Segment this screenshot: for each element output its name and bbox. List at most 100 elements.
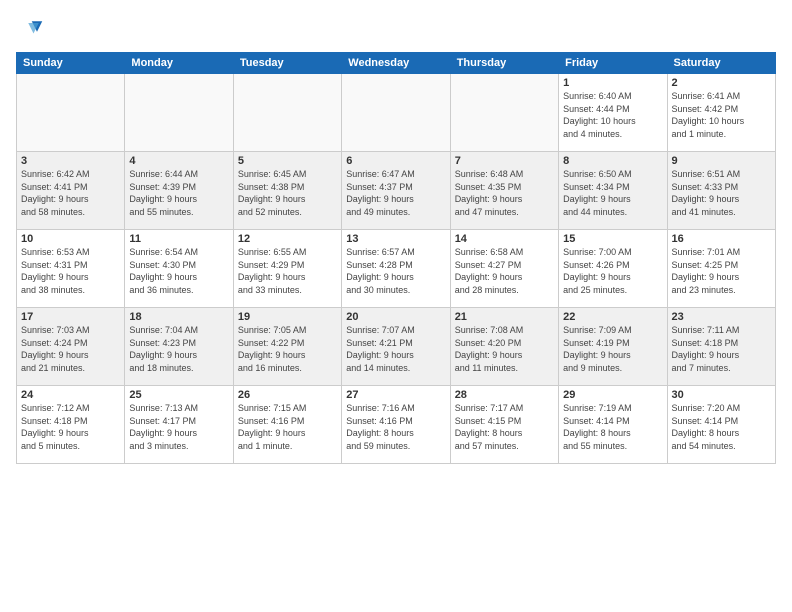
day-cell: 14Sunrise: 6:58 AM Sunset: 4:27 PM Dayli…	[450, 230, 558, 308]
day-cell: 23Sunrise: 7:11 AM Sunset: 4:18 PM Dayli…	[667, 308, 775, 386]
day-info: Sunrise: 6:42 AM Sunset: 4:41 PM Dayligh…	[21, 168, 120, 218]
header	[16, 12, 776, 44]
day-number: 26	[238, 389, 337, 401]
day-info: Sunrise: 7:05 AM Sunset: 4:22 PM Dayligh…	[238, 324, 337, 374]
day-cell	[17, 74, 125, 152]
col-header-sunday: Sunday	[17, 53, 125, 74]
day-info: Sunrise: 7:00 AM Sunset: 4:26 PM Dayligh…	[563, 246, 662, 296]
day-cell: 24Sunrise: 7:12 AM Sunset: 4:18 PM Dayli…	[17, 386, 125, 464]
day-cell: 15Sunrise: 7:00 AM Sunset: 4:26 PM Dayli…	[559, 230, 667, 308]
day-cell: 19Sunrise: 7:05 AM Sunset: 4:22 PM Dayli…	[233, 308, 341, 386]
day-number: 23	[672, 311, 771, 323]
day-info: Sunrise: 7:17 AM Sunset: 4:15 PM Dayligh…	[455, 402, 554, 452]
week-row-5: 24Sunrise: 7:12 AM Sunset: 4:18 PM Dayli…	[17, 386, 776, 464]
day-cell: 16Sunrise: 7:01 AM Sunset: 4:25 PM Dayli…	[667, 230, 775, 308]
day-info: Sunrise: 7:04 AM Sunset: 4:23 PM Dayligh…	[129, 324, 228, 374]
day-cell: 22Sunrise: 7:09 AM Sunset: 4:19 PM Dayli…	[559, 308, 667, 386]
day-info: Sunrise: 7:20 AM Sunset: 4:14 PM Dayligh…	[672, 402, 771, 452]
col-header-tuesday: Tuesday	[233, 53, 341, 74]
day-number: 2	[672, 77, 771, 89]
day-number: 13	[346, 233, 445, 245]
day-cell: 11Sunrise: 6:54 AM Sunset: 4:30 PM Dayli…	[125, 230, 233, 308]
day-number: 1	[563, 77, 662, 89]
page: SundayMondayTuesdayWednesdayThursdayFrid…	[0, 0, 792, 612]
calendar-header: SundayMondayTuesdayWednesdayThursdayFrid…	[17, 53, 776, 74]
day-number: 12	[238, 233, 337, 245]
day-cell: 18Sunrise: 7:04 AM Sunset: 4:23 PM Dayli…	[125, 308, 233, 386]
day-info: Sunrise: 7:07 AM Sunset: 4:21 PM Dayligh…	[346, 324, 445, 374]
day-cell: 20Sunrise: 7:07 AM Sunset: 4:21 PM Dayli…	[342, 308, 450, 386]
day-number: 19	[238, 311, 337, 323]
day-number: 30	[672, 389, 771, 401]
day-info: Sunrise: 6:51 AM Sunset: 4:33 PM Dayligh…	[672, 168, 771, 218]
day-number: 29	[563, 389, 662, 401]
day-cell: 25Sunrise: 7:13 AM Sunset: 4:17 PM Dayli…	[125, 386, 233, 464]
day-info: Sunrise: 7:09 AM Sunset: 4:19 PM Dayligh…	[563, 324, 662, 374]
week-row-3: 10Sunrise: 6:53 AM Sunset: 4:31 PM Dayli…	[17, 230, 776, 308]
day-cell: 9Sunrise: 6:51 AM Sunset: 4:33 PM Daylig…	[667, 152, 775, 230]
day-cell: 3Sunrise: 6:42 AM Sunset: 4:41 PM Daylig…	[17, 152, 125, 230]
day-info: Sunrise: 7:16 AM Sunset: 4:16 PM Dayligh…	[346, 402, 445, 452]
day-cell: 12Sunrise: 6:55 AM Sunset: 4:29 PM Dayli…	[233, 230, 341, 308]
day-number: 24	[21, 389, 120, 401]
day-info: Sunrise: 7:12 AM Sunset: 4:18 PM Dayligh…	[21, 402, 120, 452]
day-number: 3	[21, 155, 120, 167]
header-row: SundayMondayTuesdayWednesdayThursdayFrid…	[17, 53, 776, 74]
day-info: Sunrise: 6:54 AM Sunset: 4:30 PM Dayligh…	[129, 246, 228, 296]
day-info: Sunrise: 6:48 AM Sunset: 4:35 PM Dayligh…	[455, 168, 554, 218]
calendar-table: SundayMondayTuesdayWednesdayThursdayFrid…	[16, 52, 776, 464]
day-info: Sunrise: 7:15 AM Sunset: 4:16 PM Dayligh…	[238, 402, 337, 452]
day-info: Sunrise: 6:45 AM Sunset: 4:38 PM Dayligh…	[238, 168, 337, 218]
day-cell: 13Sunrise: 6:57 AM Sunset: 4:28 PM Dayli…	[342, 230, 450, 308]
logo-icon	[16, 16, 44, 44]
col-header-saturday: Saturday	[667, 53, 775, 74]
day-cell: 5Sunrise: 6:45 AM Sunset: 4:38 PM Daylig…	[233, 152, 341, 230]
day-cell: 17Sunrise: 7:03 AM Sunset: 4:24 PM Dayli…	[17, 308, 125, 386]
day-number: 20	[346, 311, 445, 323]
col-header-wednesday: Wednesday	[342, 53, 450, 74]
day-cell: 30Sunrise: 7:20 AM Sunset: 4:14 PM Dayli…	[667, 386, 775, 464]
day-number: 9	[672, 155, 771, 167]
day-number: 28	[455, 389, 554, 401]
day-info: Sunrise: 6:44 AM Sunset: 4:39 PM Dayligh…	[129, 168, 228, 218]
day-number: 27	[346, 389, 445, 401]
week-row-1: 1Sunrise: 6:40 AM Sunset: 4:44 PM Daylig…	[17, 74, 776, 152]
day-cell: 27Sunrise: 7:16 AM Sunset: 4:16 PM Dayli…	[342, 386, 450, 464]
day-cell: 7Sunrise: 6:48 AM Sunset: 4:35 PM Daylig…	[450, 152, 558, 230]
day-info: Sunrise: 6:55 AM Sunset: 4:29 PM Dayligh…	[238, 246, 337, 296]
day-number: 16	[672, 233, 771, 245]
col-header-thursday: Thursday	[450, 53, 558, 74]
day-info: Sunrise: 7:11 AM Sunset: 4:18 PM Dayligh…	[672, 324, 771, 374]
day-info: Sunrise: 6:57 AM Sunset: 4:28 PM Dayligh…	[346, 246, 445, 296]
day-number: 25	[129, 389, 228, 401]
day-number: 11	[129, 233, 228, 245]
day-number: 17	[21, 311, 120, 323]
day-cell: 26Sunrise: 7:15 AM Sunset: 4:16 PM Dayli…	[233, 386, 341, 464]
day-number: 4	[129, 155, 228, 167]
day-number: 21	[455, 311, 554, 323]
day-info: Sunrise: 7:01 AM Sunset: 4:25 PM Dayligh…	[672, 246, 771, 296]
day-info: Sunrise: 6:58 AM Sunset: 4:27 PM Dayligh…	[455, 246, 554, 296]
day-number: 8	[563, 155, 662, 167]
day-info: Sunrise: 7:13 AM Sunset: 4:17 PM Dayligh…	[129, 402, 228, 452]
day-cell: 8Sunrise: 6:50 AM Sunset: 4:34 PM Daylig…	[559, 152, 667, 230]
day-info: Sunrise: 6:40 AM Sunset: 4:44 PM Dayligh…	[563, 90, 662, 140]
day-number: 18	[129, 311, 228, 323]
day-cell: 28Sunrise: 7:17 AM Sunset: 4:15 PM Dayli…	[450, 386, 558, 464]
day-number: 14	[455, 233, 554, 245]
day-cell: 10Sunrise: 6:53 AM Sunset: 4:31 PM Dayli…	[17, 230, 125, 308]
week-row-4: 17Sunrise: 7:03 AM Sunset: 4:24 PM Dayli…	[17, 308, 776, 386]
day-info: Sunrise: 6:47 AM Sunset: 4:37 PM Dayligh…	[346, 168, 445, 218]
day-number: 15	[563, 233, 662, 245]
day-cell	[450, 74, 558, 152]
logo	[16, 16, 48, 44]
day-number: 5	[238, 155, 337, 167]
week-row-2: 3Sunrise: 6:42 AM Sunset: 4:41 PM Daylig…	[17, 152, 776, 230]
calendar-body: 1Sunrise: 6:40 AM Sunset: 4:44 PM Daylig…	[17, 74, 776, 464]
day-number: 6	[346, 155, 445, 167]
day-cell: 2Sunrise: 6:41 AM Sunset: 4:42 PM Daylig…	[667, 74, 775, 152]
day-number: 7	[455, 155, 554, 167]
day-number: 22	[563, 311, 662, 323]
col-header-monday: Monday	[125, 53, 233, 74]
day-cell: 4Sunrise: 6:44 AM Sunset: 4:39 PM Daylig…	[125, 152, 233, 230]
